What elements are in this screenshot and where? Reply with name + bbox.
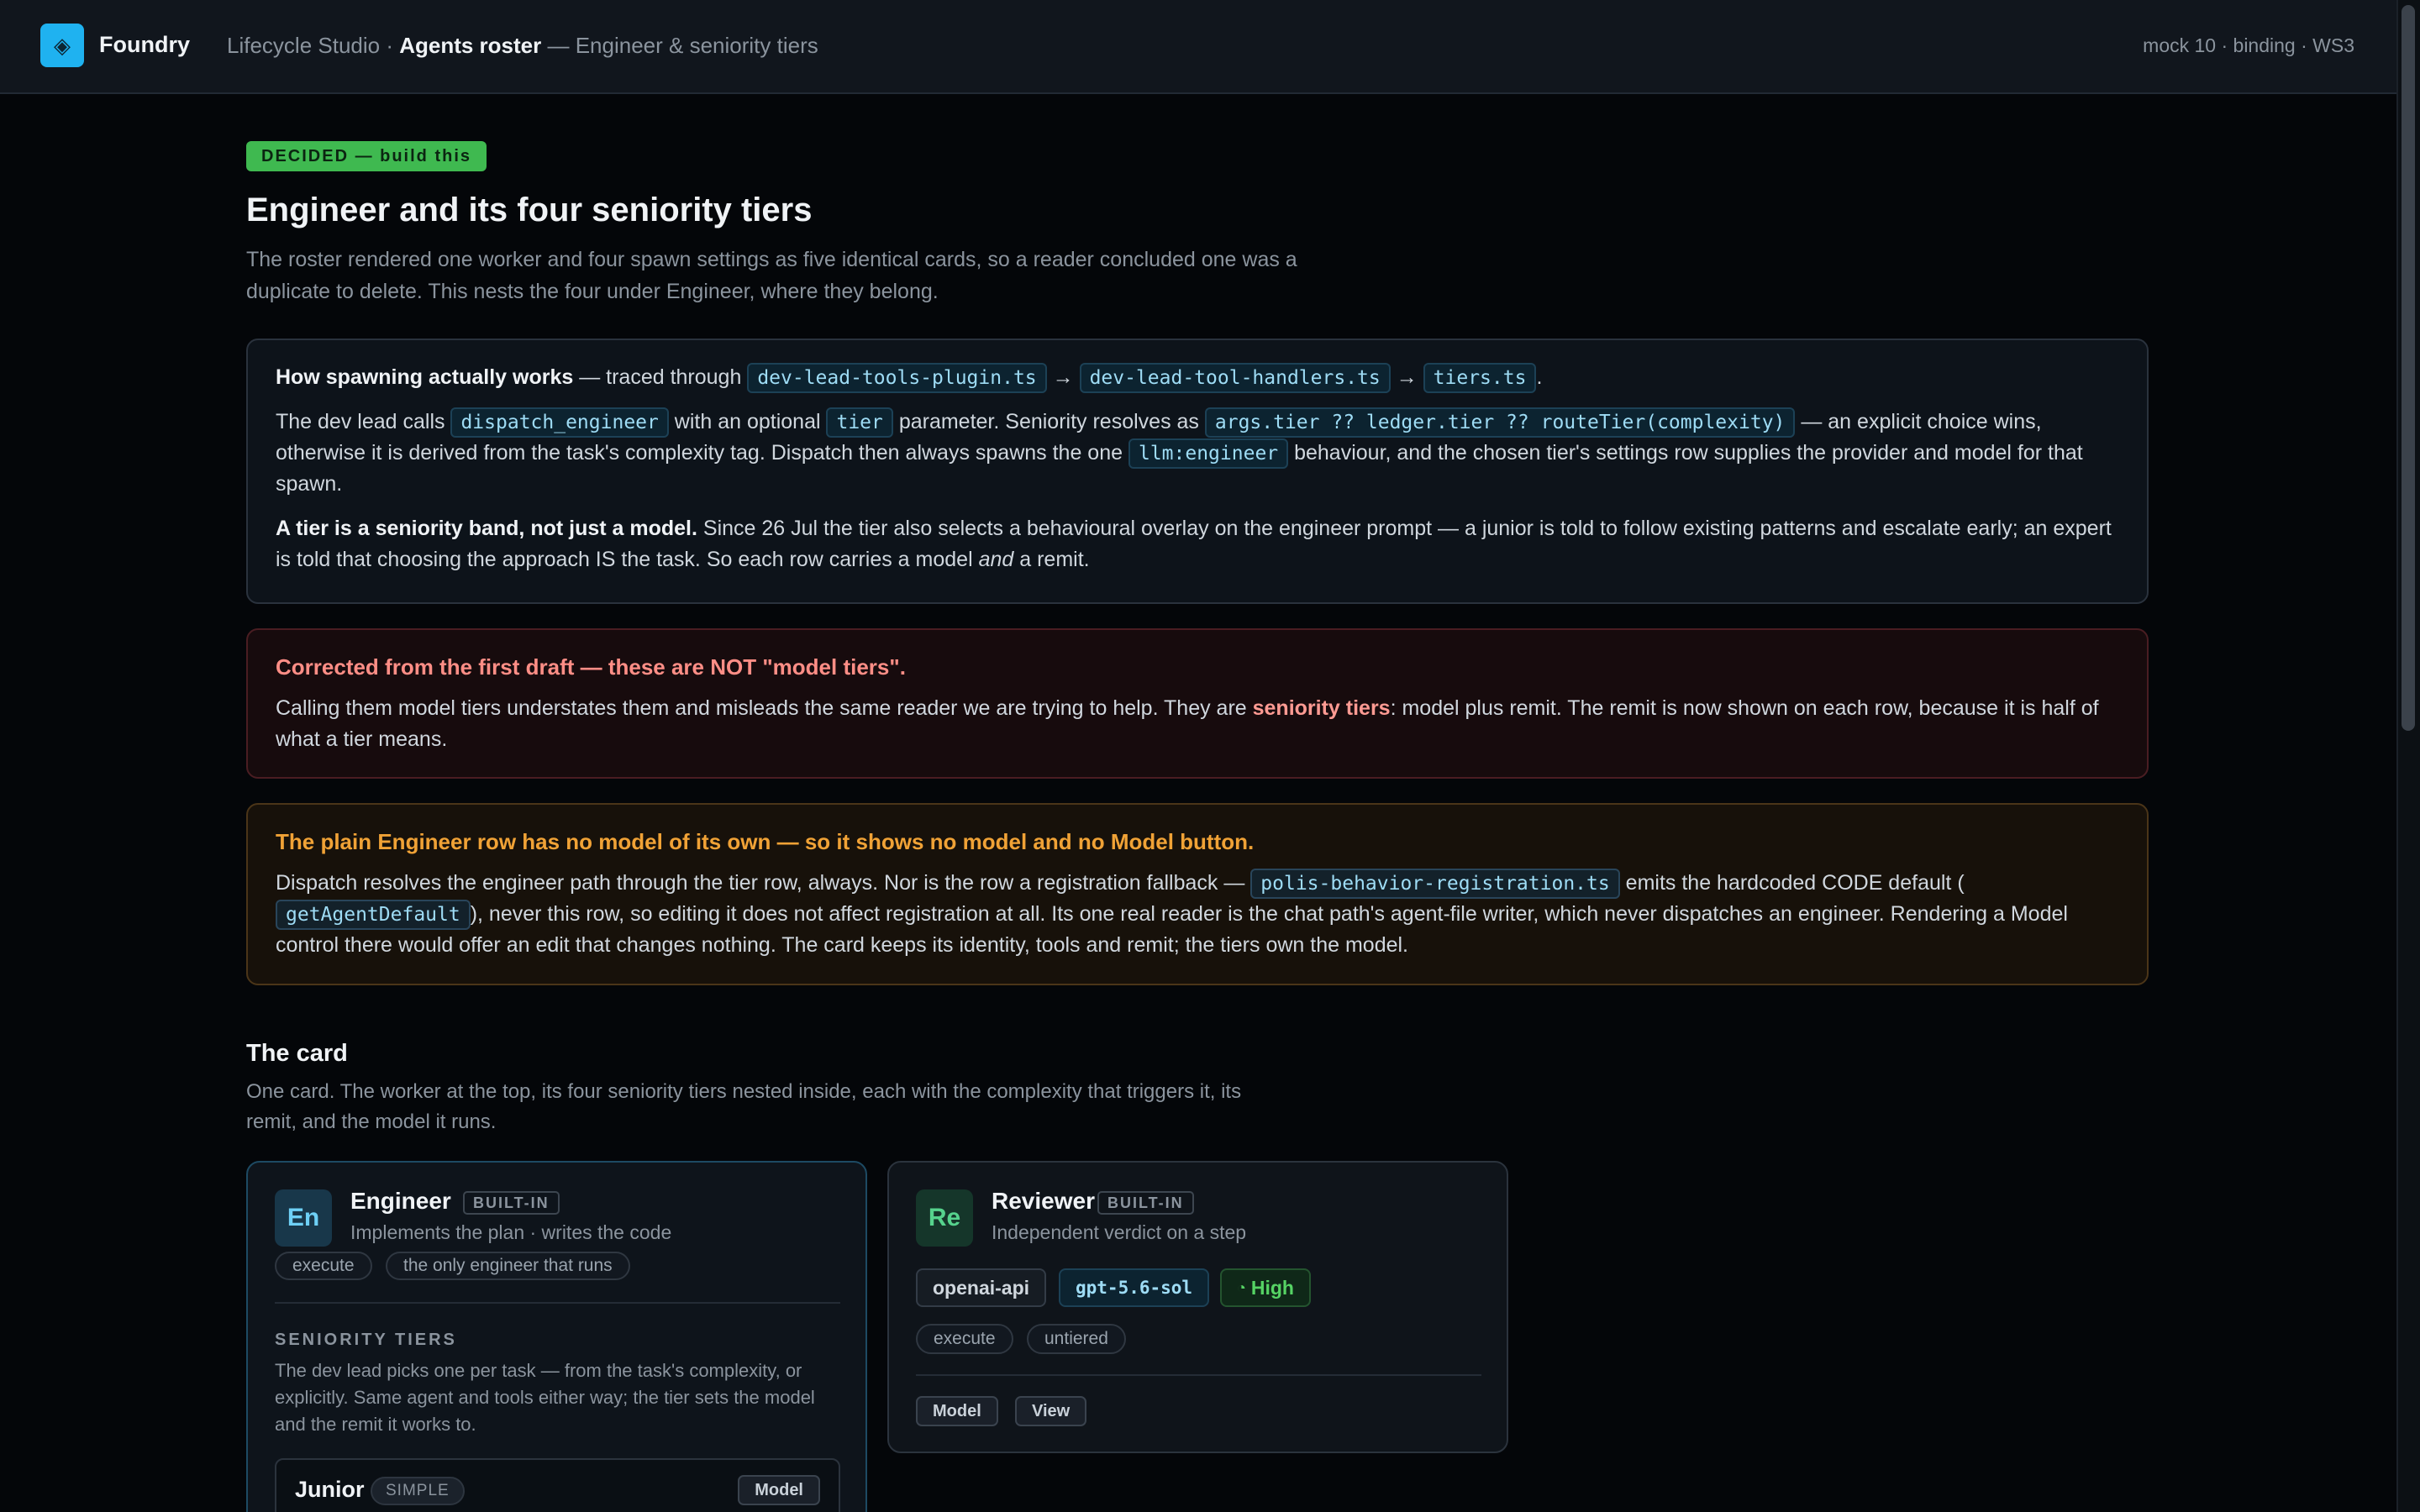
info-trace-line: How spawning actually works — traced thr… xyxy=(276,362,2119,393)
breadcrumb-parent[interactable]: Lifecycle Studio · xyxy=(227,33,399,58)
code-file3: tiers.ts xyxy=(1423,363,1537,393)
code-file1: dev-lead-tools-plugin.ts xyxy=(747,363,1047,393)
breadcrumb-current: Agents roster xyxy=(399,33,542,58)
seniority-band-heading: A tier is a seniority band, not just a m… xyxy=(276,517,697,540)
section-title: The card xyxy=(246,1040,348,1067)
mock-meta: mock 10 · binding · WS3 xyxy=(2143,34,2354,56)
info-resolve-paragraph: The dev lead calls dispatch_engineer wit… xyxy=(276,407,2119,500)
tool-chip-execute: execute xyxy=(916,1324,1013,1354)
text: with an optional xyxy=(668,410,827,433)
text: Calling them model tiers understates the… xyxy=(276,696,1253,720)
warning-body: Dispatch resolves the engineer path thro… xyxy=(276,868,2119,961)
card-name: Engineer xyxy=(350,1188,451,1214)
text: ), never this row, so editing it does no… xyxy=(276,902,2068,957)
emphasis: and xyxy=(978,548,1014,571)
card-description: Independent verdict on a step xyxy=(992,1221,1247,1243)
card-name: Reviewer xyxy=(992,1188,1095,1214)
complexity-badge: SIMPLE xyxy=(371,1477,465,1505)
tier-model-button[interactable]: Model xyxy=(738,1475,820,1505)
warning-title: The plain Engineer row has no model of i… xyxy=(276,829,1255,854)
correction-body: Calling them model tiers understates the… xyxy=(276,693,2119,755)
tag-chip-untiered: untiered xyxy=(1027,1324,1126,1354)
provider-pill: openai-api xyxy=(916,1268,1047,1307)
avatar: En xyxy=(275,1189,332,1247)
effort-pill: ◔ High xyxy=(1220,1268,1311,1307)
code-file2: dev-lead-tool-handlers.ts xyxy=(1079,363,1391,393)
text: The dev lead calls xyxy=(276,410,451,433)
section-subtitle: One card. The worker at the top, its fou… xyxy=(246,1080,1242,1133)
model-button[interactable]: Model xyxy=(916,1396,998,1426)
effort-label: High xyxy=(1250,1276,1294,1299)
code-llm-engineer: llm:engineer xyxy=(1128,438,1289,469)
tier-row-junior[interactable]: Junior SIMPLE Model xyxy=(275,1458,840,1512)
code-registration-file: polis-behavior-registration.ts xyxy=(1250,869,1620,899)
builtin-badge: BUILT-IN xyxy=(463,1191,560,1215)
correction-panel: Corrected from the first draft — these a… xyxy=(246,628,2149,779)
correction-title: Corrected from the first draft — these a… xyxy=(276,654,906,680)
info-trace-heading: How spawning actually works xyxy=(276,365,574,389)
arrow-2: → xyxy=(1390,365,1423,389)
model-pill: gpt-5.6-sol xyxy=(1059,1268,1210,1307)
text: a remit. xyxy=(1013,548,1090,571)
code-get-agent-default: getAgentDefault xyxy=(276,900,471,930)
divider xyxy=(916,1374,1481,1376)
tag-chip-only-engineer: the only engineer that runs xyxy=(386,1252,630,1280)
tiers-heading: SENIORITY TIERS xyxy=(275,1331,457,1349)
decided-badge: DECIDED — build this xyxy=(246,141,487,171)
warning-panel: The plain Engineer row has no model of i… xyxy=(246,803,2149,985)
tiers-description: The dev lead picks one per task — from t… xyxy=(275,1360,815,1435)
info-trace-text: — traced through xyxy=(573,365,748,389)
diamond-logo-icon[interactable]: ◈ xyxy=(40,24,84,67)
scrollbar-thumb[interactable] xyxy=(2402,5,2415,731)
text: emits the hardcoded CODE default ( xyxy=(1619,871,1965,895)
page-lead: The roster rendered one worker and four … xyxy=(246,248,1297,303)
period: . xyxy=(1536,365,1543,389)
view-button[interactable]: View xyxy=(1015,1396,1087,1426)
breadcrumb-suffix: — Engineer & seniority tiers xyxy=(541,33,818,58)
engineer-card[interactable]: En Engineer BUILT-IN Implements the plan… xyxy=(246,1161,867,1512)
code-dispatch-engineer: dispatch_engineer xyxy=(450,407,669,438)
code-tier: tier xyxy=(826,407,893,438)
tool-chip-execute: execute xyxy=(275,1252,372,1280)
spawning-info-panel: How spawning actually works — traced thr… xyxy=(246,339,2149,604)
top-bar: ◈ Foundry Lifecycle Studio · Agents rost… xyxy=(0,0,2396,94)
avatar: Re xyxy=(916,1189,973,1247)
breadcrumb: Lifecycle Studio · Agents roster — Engin… xyxy=(227,33,818,59)
tier-name: Junior xyxy=(295,1477,365,1502)
page-title: Engineer and its four seniority tiers xyxy=(246,192,813,228)
arrow-1: → xyxy=(1046,365,1080,389)
builtin-badge: BUILT-IN xyxy=(1097,1191,1194,1215)
gauge-icon: ◔ xyxy=(1237,1278,1246,1296)
text: Dispatch resolves the engineer path thro… xyxy=(276,871,1251,895)
divider xyxy=(275,1302,840,1304)
code-tier-expression: args.tier ?? ledger.tier ?? routeTier(co… xyxy=(1204,407,1796,438)
text: parameter. Seniority resolves as xyxy=(892,410,1205,433)
info-seniority-paragraph: A tier is a seniority band, not just a m… xyxy=(276,513,2119,575)
seniority-tiers-highlight: seniority tiers xyxy=(1252,696,1391,720)
reviewer-card[interactable]: Re Reviewer BUILT-IN Independent verdict… xyxy=(887,1161,1508,1453)
brand-name[interactable]: Foundry xyxy=(99,32,190,58)
card-description: Implements the plan · writes the code xyxy=(350,1221,672,1243)
